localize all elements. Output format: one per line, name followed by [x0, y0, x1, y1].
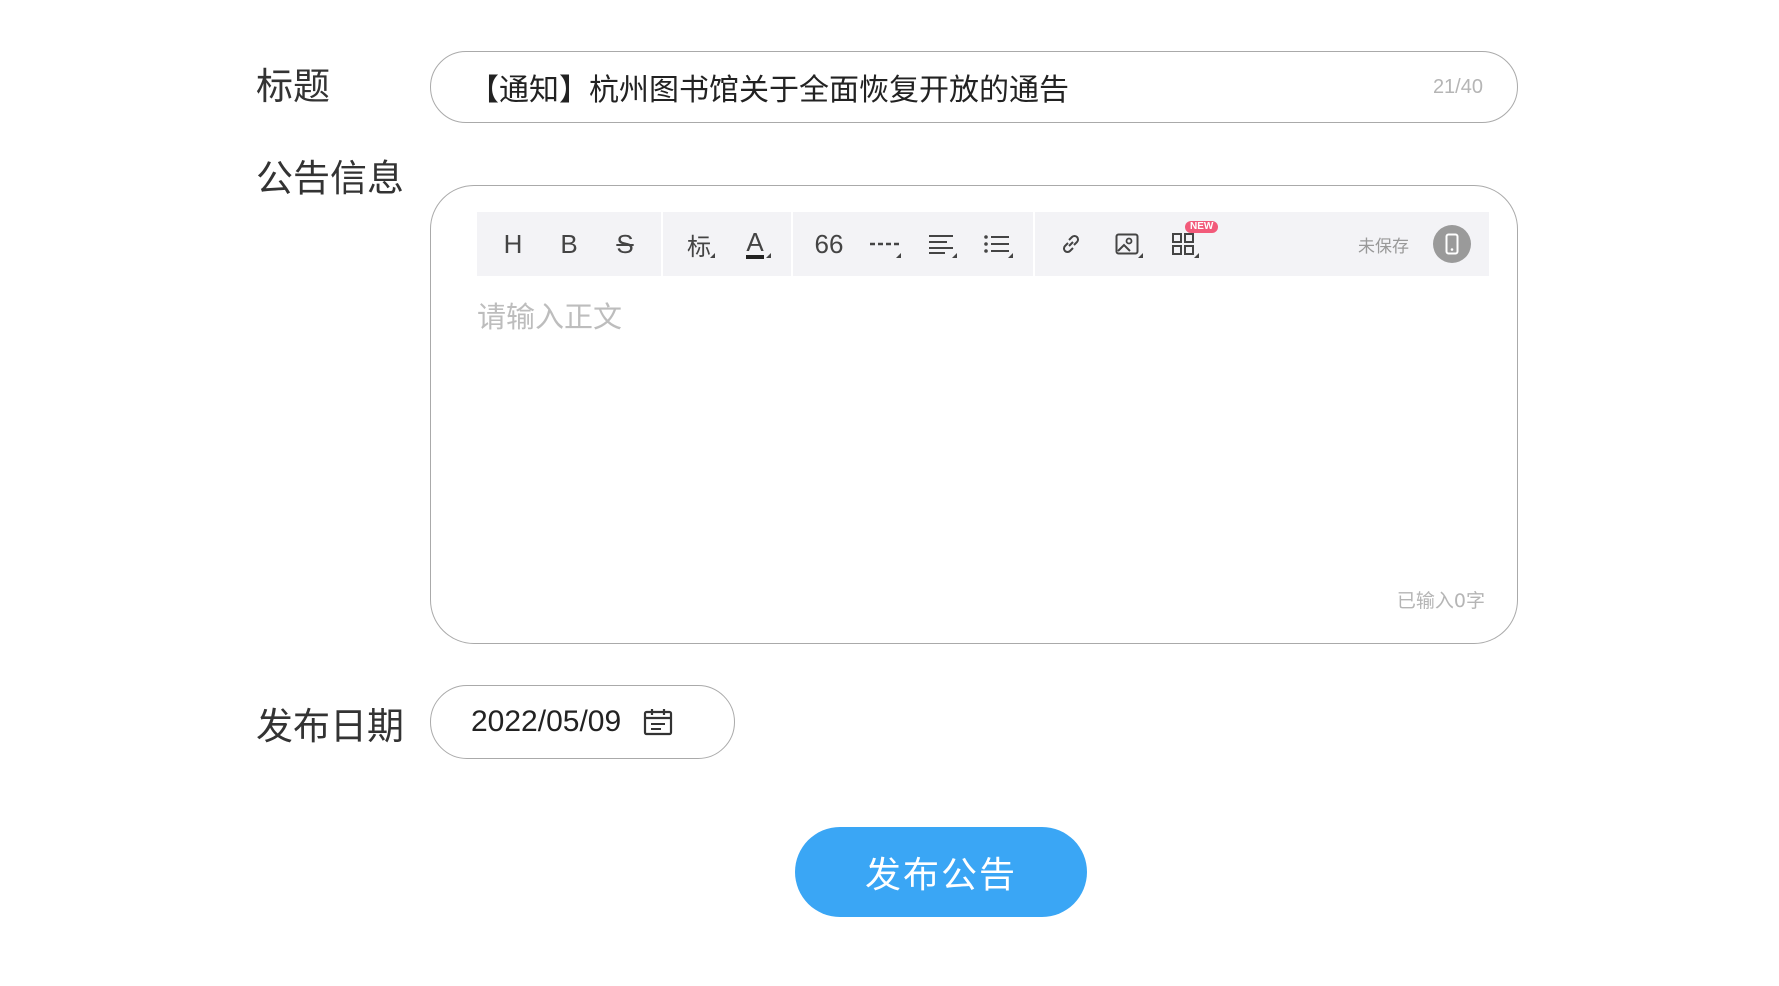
date-label: 发布日期	[256, 705, 404, 748]
calendar-icon[interactable]	[643, 708, 673, 736]
strikethrough-button[interactable]: S	[597, 212, 653, 276]
phone-preview-button[interactable]	[1433, 225, 1471, 263]
word-count: 已输入0字	[1396, 590, 1485, 612]
toolbar-group-text: H B S	[477, 212, 663, 276]
bold-icon: B	[560, 228, 578, 259]
editor-placeholder[interactable]: 请输入正文	[477, 294, 622, 336]
divider-button[interactable]	[857, 212, 913, 276]
toolbar-group-insert: NEW 未保存	[1035, 212, 1489, 276]
quote-button[interactable]: 66	[801, 212, 857, 276]
image-button[interactable]	[1099, 212, 1155, 276]
align-button[interactable]	[913, 212, 969, 276]
quote-icon: 66	[814, 228, 844, 259]
link-icon	[1062, 234, 1080, 254]
content-label: 公告信息	[256, 157, 404, 200]
date-value[interactable]: 2022/05/09	[471, 705, 621, 739]
align-icon	[929, 235, 953, 254]
toolbar-group-style: 标 A	[663, 212, 793, 276]
link-button[interactable]	[1043, 212, 1099, 276]
font-color-button[interactable]: A	[727, 212, 783, 276]
template-icon	[1172, 233, 1194, 255]
editor-toolbar: H B S 标 A 66 NEW 未保存	[477, 212, 1489, 276]
save-status: 未保存	[1358, 236, 1409, 257]
style-button[interactable]: 标	[671, 212, 727, 276]
style-icon: 标	[687, 232, 711, 261]
title-char-count: 21/40	[1432, 75, 1483, 98]
dropdown-corner-icon	[710, 253, 715, 258]
list-button[interactable]	[969, 212, 1025, 276]
rich-text-editor[interactable]: H B S 标 A 66 NEW 未保存 请输入正文 已输入0字	[430, 185, 1518, 644]
publish-date-picker[interactable]: 2022/05/09	[430, 685, 735, 759]
dropdown-corner-icon	[1008, 253, 1013, 258]
template-button[interactable]: NEW	[1155, 212, 1219, 276]
strikethrough-icon: S	[616, 228, 634, 259]
dropdown-corner-icon	[896, 253, 901, 258]
heading-button[interactable]: H	[485, 212, 541, 276]
image-icon	[1115, 233, 1139, 255]
dropdown-corner-icon	[766, 253, 771, 258]
toolbar-right: 未保存	[1358, 225, 1481, 263]
divider-icon	[870, 242, 900, 246]
title-input-value[interactable]: 【通知】杭州图书馆关于全面恢复开放的通告	[469, 65, 1433, 109]
title-label: 标题	[256, 65, 330, 108]
bold-button[interactable]: B	[541, 212, 597, 276]
toolbar-group-format: 66	[793, 212, 1035, 276]
dropdown-corner-icon	[1194, 253, 1199, 258]
phone-preview-icon	[1445, 233, 1459, 255]
dropdown-corner-icon	[952, 253, 957, 258]
dropdown-corner-icon	[1138, 253, 1143, 258]
heading-icon: H	[503, 228, 523, 259]
title-input[interactable]: 【通知】杭州图书馆关于全面恢复开放的通告 21/40	[430, 51, 1518, 123]
list-icon	[984, 235, 1009, 253]
new-badge: NEW	[1185, 221, 1219, 233]
publish-announcement-button[interactable]: 发布公告	[795, 827, 1087, 917]
font-color-icon: A	[746, 227, 764, 259]
